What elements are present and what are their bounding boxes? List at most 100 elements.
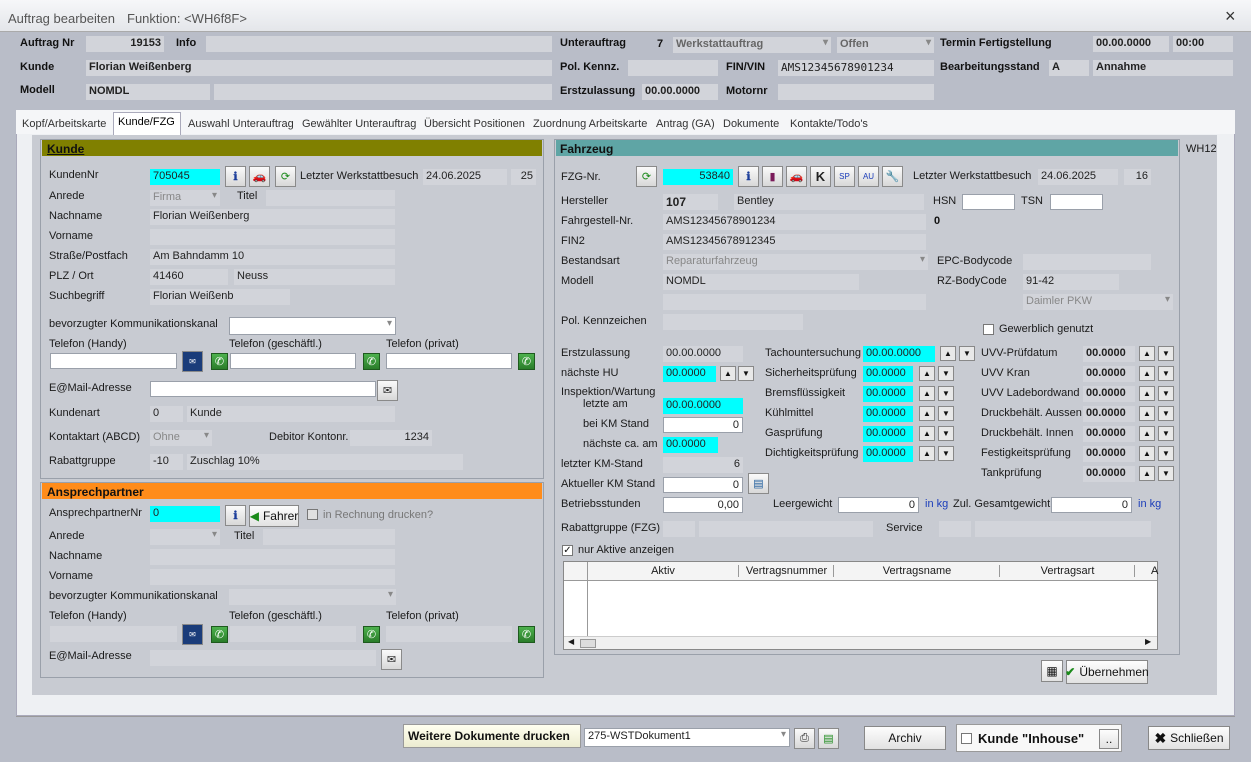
au-icon[interactable]: AU	[858, 166, 879, 187]
horizontal-scrollbar[interactable]: ◀ ▶	[564, 636, 1157, 649]
calculator-button[interactable]: ▦	[1041, 660, 1063, 682]
col-vertragsname[interactable]: Vertragsname	[835, 565, 1000, 577]
tsn-field[interactable]	[1050, 194, 1103, 210]
arrow-down-icon[interactable]: ▼	[938, 406, 954, 421]
printer-icon[interactable]: ⎙	[794, 728, 815, 749]
inhouse-checkbox[interactable]	[961, 733, 972, 744]
check-date-field[interactable]: 00.0000	[863, 446, 913, 462]
check-date-field[interactable]: 00.0000	[863, 386, 913, 402]
sms-icon[interactable]: ✉	[182, 351, 203, 372]
info-icon[interactable]: ℹ	[738, 166, 759, 187]
fin2-field[interactable]: AMS12345678912345	[663, 234, 926, 250]
betrieb-field[interactable]: 0,00	[663, 497, 743, 513]
suchbegriff-field[interactable]: Florian Weißenb	[150, 289, 290, 305]
titel-field[interactable]	[266, 190, 395, 206]
ansprech-tel-gesch-field[interactable]	[230, 626, 356, 642]
arrow-up-icon[interactable]: ▲	[919, 366, 935, 381]
phone-icon[interactable]: ✆	[363, 626, 380, 643]
daimler-select[interactable]: Daimler PKW	[1023, 294, 1173, 310]
arrow-up-icon[interactable]: ▲	[1139, 446, 1155, 461]
col-a[interactable]: A	[1151, 565, 1158, 577]
arrow-down-icon[interactable]: ▼	[1158, 426, 1174, 441]
fgst-field[interactable]: AMS12345678901234	[663, 214, 926, 230]
kundenart-field[interactable]: Kunde	[187, 406, 395, 422]
tab-dokumente[interactable]: Dokumente	[723, 118, 779, 130]
check-date-field[interactable]: 00.0000	[863, 366, 913, 382]
rechnung-checkbox[interactable]	[307, 509, 318, 520]
mail-field[interactable]	[150, 381, 376, 397]
hersteller-code-field[interactable]: 107	[663, 194, 718, 210]
mail-send-icon[interactable]: ✉	[381, 649, 402, 670]
phone-icon[interactable]: ✆	[518, 626, 535, 643]
sp-icon[interactable]: SP	[834, 166, 855, 187]
ansprech-nachname-field[interactable]	[150, 549, 395, 565]
strasse-field[interactable]: Am Bahndamm 10	[150, 249, 395, 265]
arrow-down-icon[interactable]: ▼	[1158, 446, 1174, 461]
modell-field[interactable]: NOMDL	[86, 84, 210, 100]
sms-icon[interactable]: ✉	[182, 624, 203, 645]
ort-field[interactable]: Neuss	[234, 269, 395, 285]
fzg-last-visit-n[interactable]: 16	[1124, 169, 1151, 185]
phone-icon[interactable]: ✆	[363, 353, 380, 370]
check-date-field[interactable]: 00.0000	[863, 426, 913, 442]
check-date-field[interactable]: 00.0000	[1083, 386, 1135, 402]
hsn-field[interactable]	[962, 194, 1015, 210]
kunden-nr-field[interactable]: 705045	[150, 169, 220, 185]
ansprech-komm-select[interactable]	[229, 589, 396, 605]
arrow-down-icon[interactable]: ▼	[938, 386, 954, 401]
aktive-checkbox[interactable]: ✓	[562, 545, 573, 556]
arrow-down-icon[interactable]: ▼	[938, 426, 954, 441]
check-date-field[interactable]: 00.0000	[1083, 406, 1135, 422]
kunde-field[interactable]: Florian Weißenberg	[86, 60, 552, 76]
print-preview-icon[interactable]: ▤	[818, 728, 839, 749]
fzg-rabatt-code[interactable]	[663, 521, 695, 537]
arrow-up-icon[interactable]: ▲	[940, 346, 956, 361]
archiv-button[interactable]: Archiv	[864, 726, 946, 750]
mail-send-icon[interactable]: ✉	[377, 380, 398, 401]
arrow-down-icon[interactable]: ▼	[1158, 346, 1174, 361]
arrow-up-icon[interactable]: ▲	[1139, 426, 1155, 441]
check-date-field[interactable]: 00.0000	[863, 406, 913, 422]
wrench-icon[interactable]: 🔧	[882, 166, 903, 187]
phone-icon[interactable]: ✆	[211, 626, 228, 643]
arrow-down-icon[interactable]: ▼	[938, 366, 954, 381]
motornr-field[interactable]	[778, 84, 934, 100]
hersteller-field[interactable]: Bentley	[734, 194, 924, 210]
debitor-field[interactable]: 1234	[350, 430, 432, 446]
arrow-up-icon[interactable]: ▲	[919, 386, 935, 401]
schliessen-button[interactable]: ✖ Schließen	[1148, 726, 1230, 750]
check-date-field[interactable]: 00.0000	[1083, 426, 1135, 442]
rz-field[interactable]: 91-42	[1023, 274, 1119, 290]
erstzulassung-field[interactable]: 00.00.0000	[642, 84, 718, 100]
fzg-rabatt-field[interactable]	[699, 521, 873, 537]
kontaktart-select[interactable]: Ohne	[150, 430, 212, 446]
col-vertragsart[interactable]: Vertragsart	[1001, 565, 1135, 577]
arrow-down-icon[interactable]: ▼	[959, 346, 975, 361]
ansprech-nr-field[interactable]: 0	[150, 506, 220, 522]
tab-kontakte[interactable]: Kontakte/Todo's	[790, 118, 868, 130]
fzg-modell-field[interactable]: NOMDL	[663, 274, 859, 290]
insp-last-field[interactable]: 00.00.0000	[663, 398, 743, 414]
modell-extra-field[interactable]	[214, 84, 552, 100]
check-date-field[interactable]: 00.0000	[1083, 446, 1135, 462]
termin-time-field[interactable]: 00:00	[1173, 36, 1233, 52]
bearb-code-field[interactable]: A	[1049, 60, 1089, 76]
book-icon[interactable]: ▮	[762, 166, 783, 187]
hu-field[interactable]: 00.0000	[663, 366, 716, 382]
kunde-last-visit-n[interactable]: 25	[511, 169, 536, 185]
arrow-down-icon[interactable]: ▼	[938, 446, 954, 461]
tab-antrag[interactable]: Antrag (GA)	[656, 118, 715, 130]
check-date-field[interactable]: 00.00.0000	[863, 346, 935, 362]
nachname-field[interactable]: Florian Weißenberg	[150, 209, 395, 225]
scroll-right-icon[interactable]: ▶	[1145, 637, 1151, 646]
uebernehmen-button[interactable]: ✔ Übernehmen	[1065, 660, 1149, 684]
tab-kunde-fzg[interactable]: Kunde/FZG	[118, 116, 175, 128]
anrede-select[interactable]: Firma	[150, 190, 220, 206]
fahrer-button[interactable]: ◀ Fahrer	[249, 505, 299, 527]
fzg-erstzul-field[interactable]: 00.00.0000	[663, 346, 743, 362]
col-aktiv[interactable]: Aktiv	[588, 565, 739, 577]
fzg-modell-extra[interactable]	[663, 294, 926, 310]
phone-icon[interactable]: ✆	[211, 353, 228, 370]
komm-select[interactable]	[229, 317, 396, 335]
close-icon[interactable]: ×	[1225, 6, 1236, 27]
